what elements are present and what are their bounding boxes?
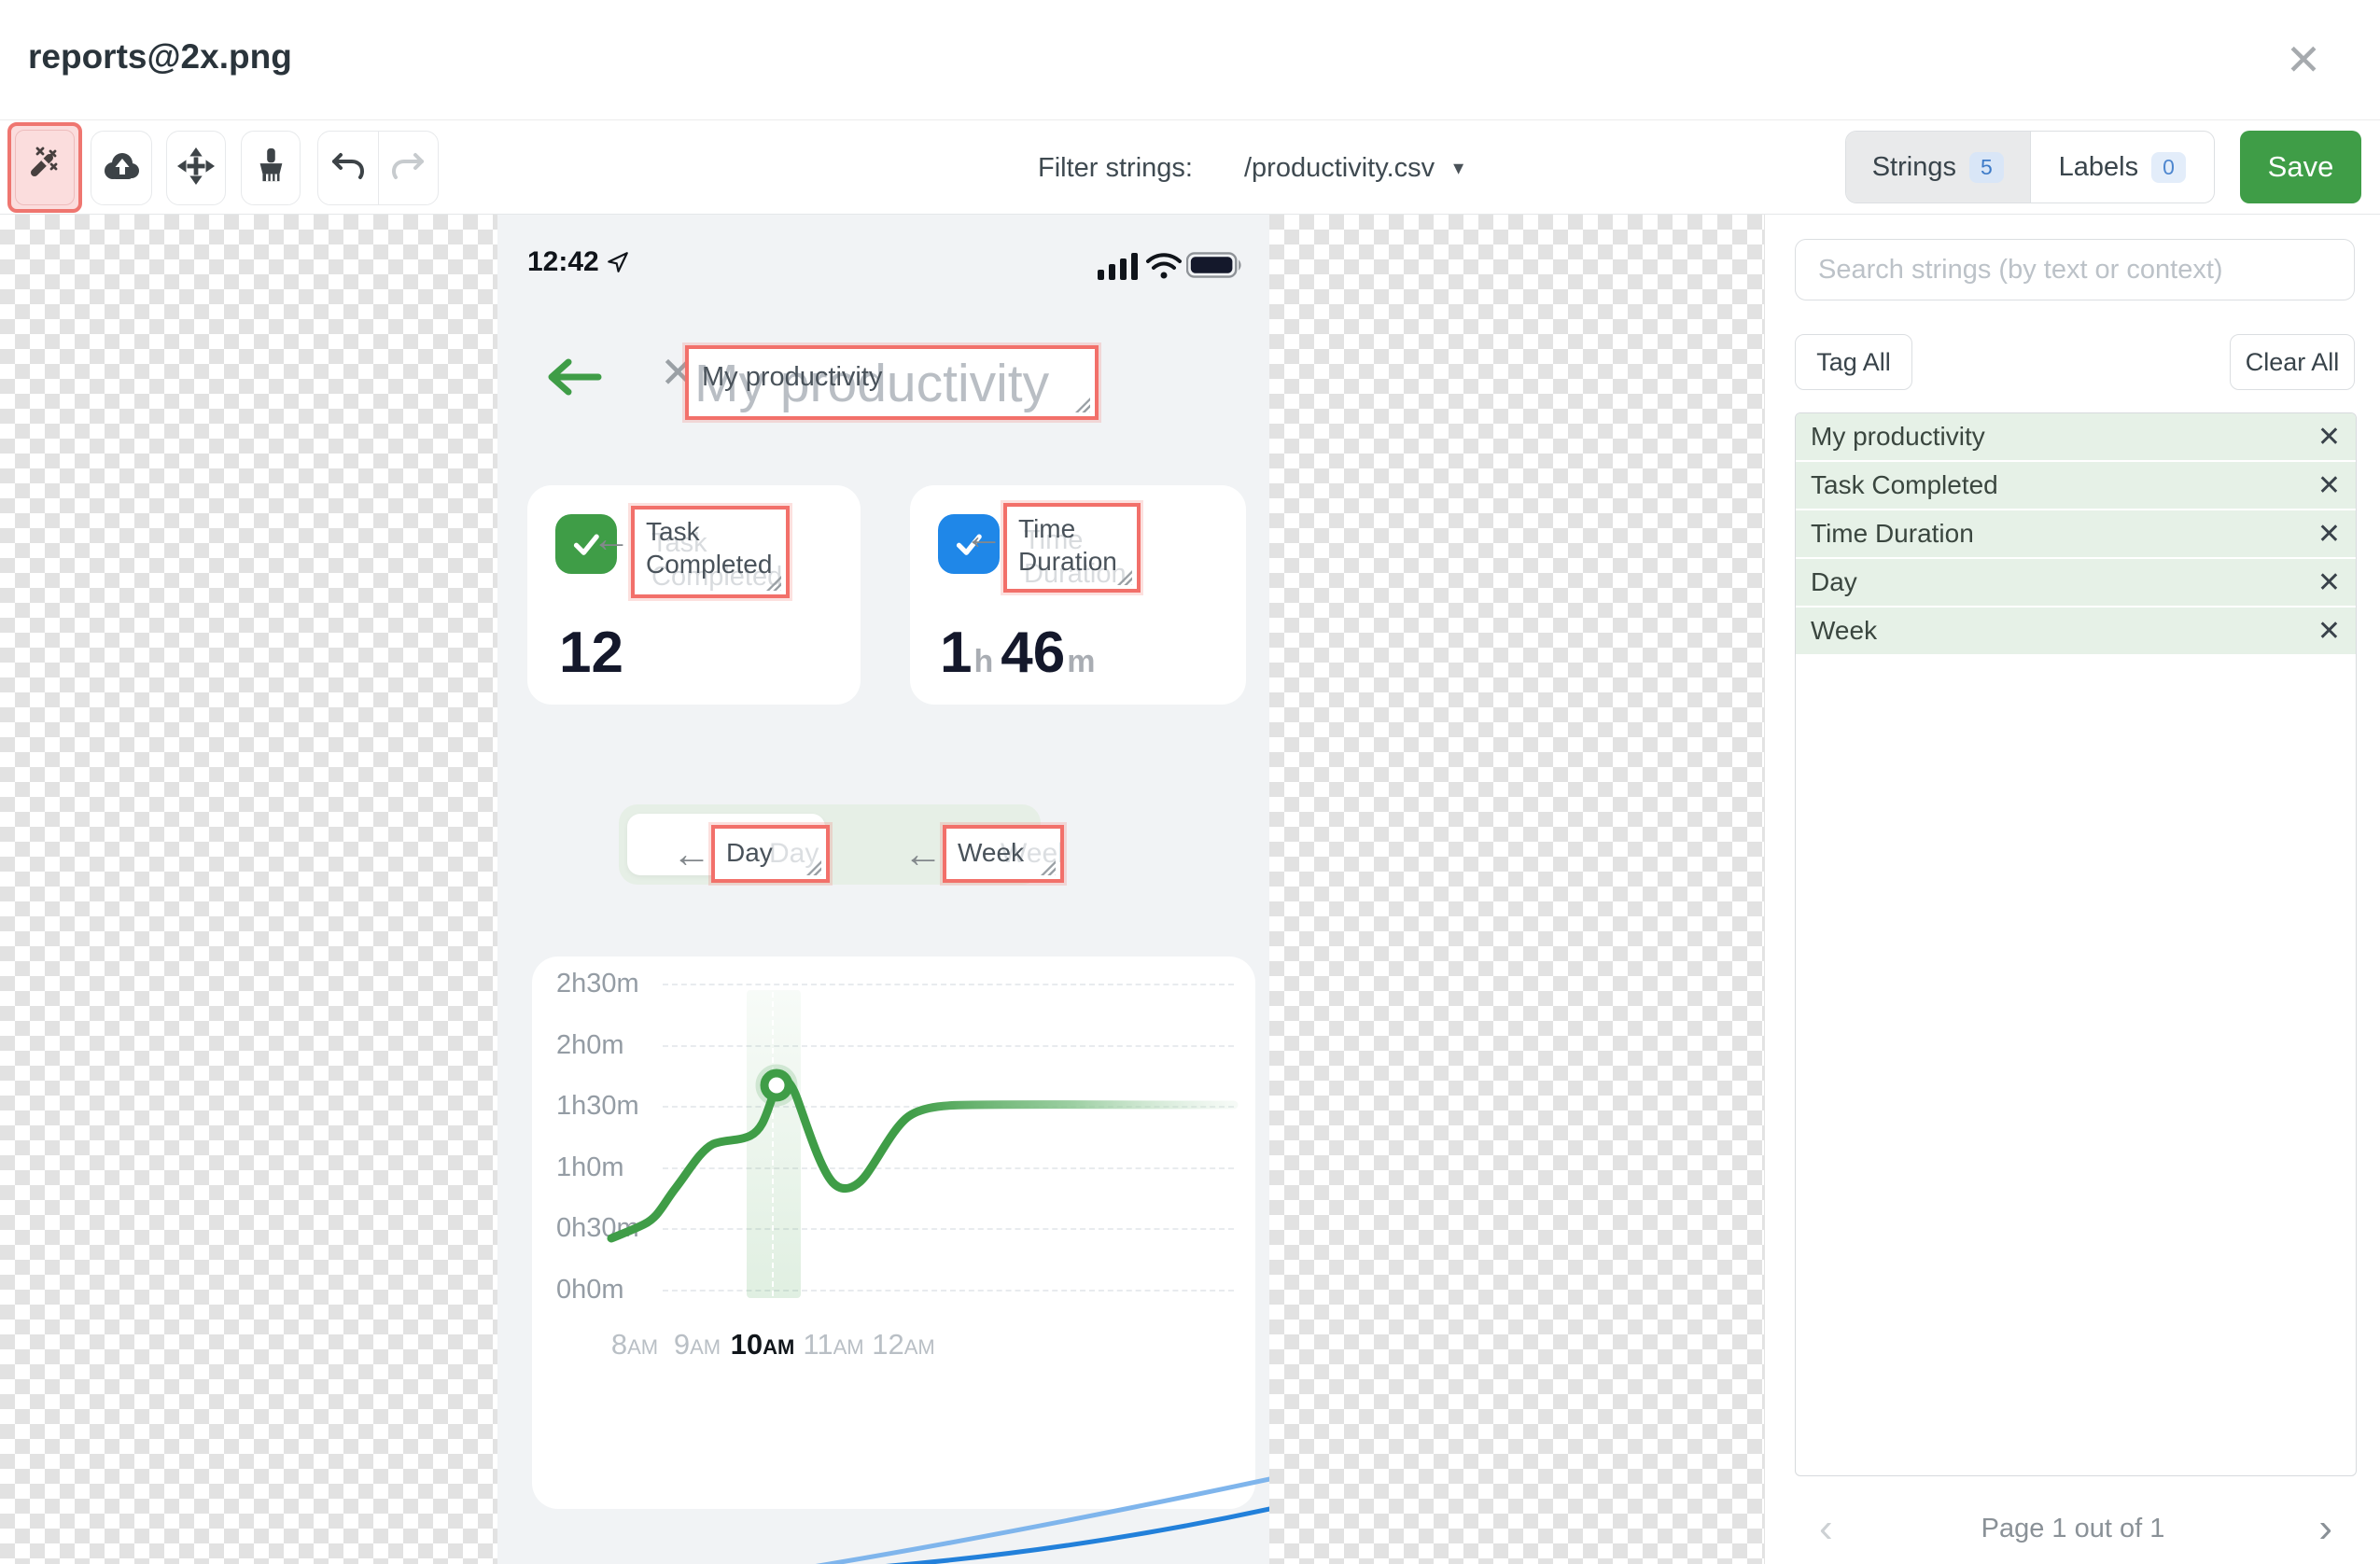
tag-label: Day	[726, 838, 773, 867]
auto-tag-tool-active-highlight[interactable]	[7, 122, 82, 213]
magic-wand-icon	[24, 145, 65, 190]
cellular-signal-icon	[1098, 252, 1139, 285]
magic-wand-button[interactable]	[15, 130, 75, 205]
string-text: Week	[1811, 616, 1878, 645]
chevron-down-icon: ▾	[1453, 156, 1464, 179]
tab-labels[interactable]: Labels 0	[2031, 132, 2215, 202]
tab-strings[interactable]: Strings 5	[1846, 132, 2031, 202]
header: reports@2x.png ✕	[0, 0, 2380, 120]
hours-unit: h	[973, 644, 994, 679]
status-bar-time: 12:42	[527, 246, 599, 277]
tab-labels-label: Labels	[2058, 151, 2139, 182]
filter-file-value: /productivity.csv	[1244, 152, 1435, 183]
battery-icon	[1185, 250, 1244, 285]
filter-file-dropdown[interactable]: /productivity.csv ▾	[1244, 121, 1463, 215]
clear-all-button[interactable]: Clear All	[2230, 334, 2355, 390]
undo-redo-group	[317, 131, 439, 205]
back-arrow-icon[interactable]	[544, 356, 604, 402]
filter-strings-label: Filter strings:	[1038, 152, 1193, 183]
tag-pointer-arrow-icon: ←	[672, 831, 711, 875]
time-duration-value: 1 h 46 m	[940, 620, 1102, 686]
string-text: Task Completed	[1811, 470, 1998, 499]
tagbox-task-completed[interactable]: ← Task Completed Task Completed	[592, 506, 790, 598]
screenshot-editor-window: reports@2x.png ✕ Filter strings: /produc…	[0, 0, 2380, 1564]
tagbox-my-productivity[interactable]: My productivity My productivity	[685, 345, 1099, 420]
redo-button[interactable]	[377, 132, 439, 204]
chevron-left-icon[interactable]: ‹	[1819, 1508, 1833, 1549]
tag-all-button[interactable]: Tag All	[1795, 334, 1912, 390]
search-input[interactable]	[1795, 239, 2355, 300]
undo-button[interactable]	[318, 132, 378, 204]
strings-labels-tabs: Strings 5 Labels 0	[1845, 131, 2215, 203]
save-button[interactable]: Save	[2240, 131, 2361, 203]
remove-string-icon[interactable]: ✕	[2317, 566, 2341, 599]
strings-count-badge: 5	[1968, 151, 2004, 183]
move-arrows-icon	[176, 147, 216, 190]
page-title: reports@2x.png	[28, 37, 292, 76]
tag-label: Week	[958, 838, 1025, 867]
pagination: ‹ Page 1 out of 1 ›	[1765, 1501, 2380, 1557]
string-text: Time Duration	[1811, 519, 1974, 548]
move-button[interactable]	[166, 131, 226, 205]
time-duration-line-chart	[607, 1064, 1239, 1243]
undo-icon	[331, 151, 365, 186]
pagination-text: Page 1 out of 1	[1981, 1513, 2165, 1543]
string-row[interactable]: Task Completed ✕	[1796, 462, 2356, 509]
toolbar: Filter strings: /productivity.csv ▾ Stri…	[0, 121, 2380, 215]
next-chart-preview-curves	[815, 1476, 1269, 1564]
tag-label: My productivity	[702, 362, 883, 392]
string-row[interactable]: Time Duration ✕	[1796, 510, 2356, 557]
remove-string-icon[interactable]: ✕	[2317, 518, 2341, 551]
tag-pointer-arrow-icon: ←	[964, 513, 1003, 557]
peak-marker	[760, 1068, 793, 1102]
string-row[interactable]: My productivity ✕	[1796, 413, 2356, 460]
string-text: My productivity	[1811, 422, 1985, 451]
tagbox-week[interactable]: ← Week Week	[903, 825, 1064, 883]
remove-string-icon[interactable]: ✕	[2317, 615, 2341, 648]
tag-label: Time Duration	[1018, 514, 1117, 576]
brush-icon	[253, 147, 288, 190]
phone-screenshot: 12:42 ✕ 12 1 h 46 m 0h0m 0h30m 1h0m 1h30…	[497, 215, 1269, 1564]
chevron-right-icon[interactable]: ›	[2318, 1508, 2332, 1549]
brush-button[interactable]	[241, 131, 301, 205]
string-text: Day	[1811, 567, 1857, 596]
strings-sidebar: Tag All Clear All My productivity ✕ Task…	[1764, 215, 2380, 1564]
minutes-value: 46	[1001, 621, 1066, 685]
cloud-upload-icon	[100, 150, 143, 187]
productivity-chart-card: 0h0m 0h30m 1h0m 1h30m 2h0m 2h30m 8AM 9AM…	[532, 957, 1255, 1509]
labels-count-badge: 0	[2151, 151, 2186, 183]
close-icon[interactable]: ✕	[2277, 34, 2330, 86]
tag-pointer-arrow-icon: ←	[592, 516, 631, 560]
tagbox-day[interactable]: ← Day Day	[672, 825, 830, 883]
task-completed-value: 12	[559, 621, 623, 685]
tagbox-time-duration[interactable]: ← Time Duration Time Duration	[964, 503, 1141, 593]
string-row[interactable]: Day ✕	[1796, 559, 2356, 606]
remove-string-icon[interactable]: ✕	[2317, 421, 2341, 454]
hours-value: 1	[940, 621, 973, 685]
location-arrow-icon	[606, 250, 630, 279]
minutes-unit: m	[1067, 644, 1096, 679]
string-row[interactable]: Week ✕	[1796, 607, 2356, 654]
redo-icon	[391, 151, 425, 186]
remove-string-icon[interactable]: ✕	[2317, 469, 2341, 502]
tag-pointer-arrow-icon: ←	[903, 831, 943, 875]
wifi-icon	[1145, 252, 1183, 285]
tag-label: Task Completed	[646, 517, 773, 579]
original-text-ghost: Day	[769, 838, 819, 869]
strings-list: My productivity ✕ Task Completed ✕ Time …	[1795, 412, 2357, 1476]
x-tick[interactable]: 12AM	[861, 1328, 945, 1362]
tab-strings-label: Strings	[1871, 151, 1956, 182]
upload-button[interactable]	[91, 131, 152, 205]
